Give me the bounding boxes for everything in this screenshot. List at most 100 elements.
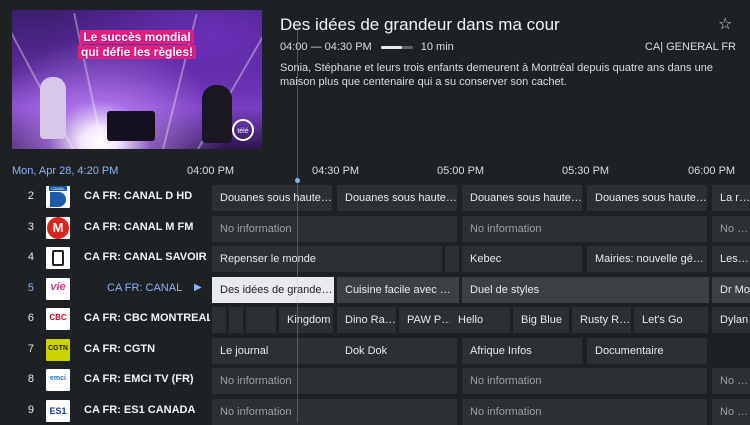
emci-wordmark: emci: [50, 375, 66, 382]
channel-row[interactable]: 3 M CA FR: CANAL M FM No information No info…: [0, 214, 750, 242]
program-cell[interactable]: Afrique Infos: [462, 337, 582, 364]
stage-podium: [107, 111, 155, 141]
program-cell[interactable]: Les Gr: [712, 246, 750, 272]
performer-figure: [202, 85, 232, 143]
channel-name: CA FR: CANAL M FM: [84, 220, 194, 233]
time-tick: 04:00 PM: [187, 165, 235, 177]
channel-name: CA FR: EMCI TV (FR): [84, 373, 194, 385]
preview-caption: Le succès mondial qui défie les règles!: [62, 30, 212, 60]
es1-wordmark: ES1: [49, 405, 67, 416]
program-description: Sonia, Stéphane et leurs trois enfants d…: [280, 62, 713, 88]
channel-logo: [46, 247, 70, 269]
program-cell[interactable]: Documentaire: [587, 337, 707, 364]
channel-number: 5: [27, 281, 34, 294]
channel-logo: M: [46, 216, 70, 239]
program-cell[interactable]: La ruée: [712, 185, 750, 211]
favorite-star-icon[interactable]: ☆: [718, 16, 732, 34]
channel-logo: CANAL: [46, 186, 70, 208]
program-cell[interactable]: No information: [212, 368, 457, 394]
program-cell[interactable]: Cuisine facile avec Marie: [337, 276, 459, 303]
channel-number: 4: [27, 251, 34, 263]
program-remaining: 10 min: [420, 41, 454, 53]
channel-number: 6: [27, 312, 34, 324]
channel-number: 9: [27, 403, 34, 416]
program-cell[interactable]: No information: [212, 215, 457, 242]
program-progress-fill: [380, 45, 403, 49]
program-cell[interactable]: Kebec: [462, 246, 582, 272]
program-preview-thumbnail[interactable]: Le succès mondial qui défie les règles! …: [12, 10, 262, 149]
program-cell[interactable]: Des idées de grandeur dans ma cour: [212, 276, 334, 303]
program-cell[interactable]: Big Blue: [513, 307, 569, 333]
performer-figure: [40, 77, 66, 139]
program-cell[interactable]: Duel de styles: [462, 276, 709, 303]
program-cell[interactable]: Douanes sous haute surveillance: [462, 185, 582, 211]
canal-m-circle: M: [47, 216, 69, 239]
program-cell[interactable]: Douanes sous haute surveillance: [337, 185, 457, 211]
channel-name: CA FR: ES1 CANADA: [84, 403, 196, 416]
channel-row[interactable]: 6 CBC CA FR: CBC MONTREAL HD KingdomDino Ra…: [0, 305, 750, 333]
channel-logo: ES1: [46, 399, 70, 422]
program-progress-bar: [380, 45, 413, 49]
program-cell[interactable]: Dr Mo: [712, 276, 750, 303]
broadcaster-logo: télé: [232, 119, 254, 141]
program-cell[interactable]: [445, 246, 459, 272]
program-cell[interactable]: No information: [462, 215, 707, 242]
channel-name: CA FR: CGTN: [84, 342, 156, 355]
program-cell[interactable]: No information: [712, 368, 750, 394]
time-tick: 05:00 PM: [437, 165, 485, 177]
program-cell[interactable]: Rusty Rivets: [572, 307, 631, 333]
channel-number: 8: [27, 373, 34, 385]
channel-row[interactable]: 7 CGTN CA FR: CGTN Le journal Dok Dok Afrique…: [0, 336, 750, 364]
time-tick: 05:30 PM: [562, 165, 610, 177]
vie-wordmark: vie: [50, 280, 66, 293]
channel-logo: CBC: [46, 308, 70, 330]
program-time-range: 04:00 — 04:30 PM: [280, 41, 372, 53]
program-cell[interactable]: Mairies: nouvelle génération: [587, 246, 707, 272]
preview-caption-line: qui défie les règles!: [77, 45, 197, 59]
channel-logo: vie: [46, 277, 70, 300]
program-cell[interactable]: No information: [462, 368, 707, 394]
program-channel-group: CA| GENERAL FR: [644, 41, 736, 53]
channel-number: 2: [27, 190, 34, 202]
program-cell[interactable]: [229, 307, 243, 333]
program-cell[interactable]: Dylan: [712, 307, 750, 333]
program-time-info: 04:00 — 04:30 PM 10 min: [280, 41, 454, 53]
program-cell[interactable]: Let's Go: [634, 307, 708, 333]
canal-logo-band: CANAL: [49, 186, 67, 191]
program-cell[interactable]: Repenser le monde: [212, 246, 442, 272]
time-tick: 04:30 PM: [312, 165, 360, 177]
channel-row[interactable]: 8 emci CA FR: EMCI TV (FR) No information No…: [0, 366, 750, 394]
cbc-wordmark: CBC: [49, 313, 67, 322]
program-cell[interactable]: Dok Dok: [337, 337, 457, 364]
program-cell[interactable]: [212, 307, 226, 333]
channel-name: CA FR: CANAL SAVOIR: [84, 251, 207, 263]
channel-logo: emci: [46, 369, 70, 391]
channel-name: CA FR: CANAL D HD: [84, 190, 193, 202]
canal-d-shape: [50, 192, 66, 207]
channel-name: CA FR: CBC MONTREAL HD: [84, 312, 210, 324]
program-cell[interactable]: Douanes sous haute surveillance: [587, 185, 707, 211]
channel-row[interactable]: 9 ES1 CA FR: ES1 CANADA No information No in…: [0, 397, 750, 425]
channel-row[interactable]: 4 CA FR: CANAL SAVOIR Repenser le monde Keb…: [0, 244, 750, 272]
timeline-header: Mon, Apr 28, 4:20 PM 04:00 PM 04:30 PM 0…: [0, 160, 750, 183]
program-cell[interactable]: PAW Patrol: [399, 307, 457, 333]
cgtn-wordmark: CGTN: [48, 344, 68, 352]
program-cell[interactable]: Hello: [450, 307, 510, 333]
program-cell[interactable]: Douanes sous haute surveillance: [212, 185, 332, 211]
channel-row[interactable]: 2 CANAL CA FR: CANAL D HD Douanes sous haut…: [0, 183, 750, 211]
channel-name: CA FR: CANAL VIE: [107, 281, 182, 294]
program-cell[interactable]: Kingdom: [279, 307, 333, 333]
channel-logo: CGTN: [46, 338, 70, 361]
channel-number: 7: [27, 342, 34, 355]
program-cell[interactable]: [246, 307, 276, 333]
channel-number: 3: [27, 220, 34, 233]
current-date-time: Mon, Apr 28, 4:20 PM: [12, 165, 119, 177]
now-indicator-line: [297, 22, 298, 422]
time-tick: 06:00 PM: [688, 165, 736, 177]
program-cell[interactable]: Dino Ranch: [337, 307, 396, 333]
program-cell[interactable]: No information: [712, 215, 750, 242]
play-arrow-icon[interactable]: ▶: [194, 282, 202, 293]
preview-caption-line: Le succès mondial: [80, 30, 194, 44]
program-title: Des idées de grandeur dans ma cour: [280, 15, 560, 34]
channel-row[interactable]: 5 vie CA FR: CANAL VIE ▶ Des idées de grande…: [0, 275, 750, 303]
